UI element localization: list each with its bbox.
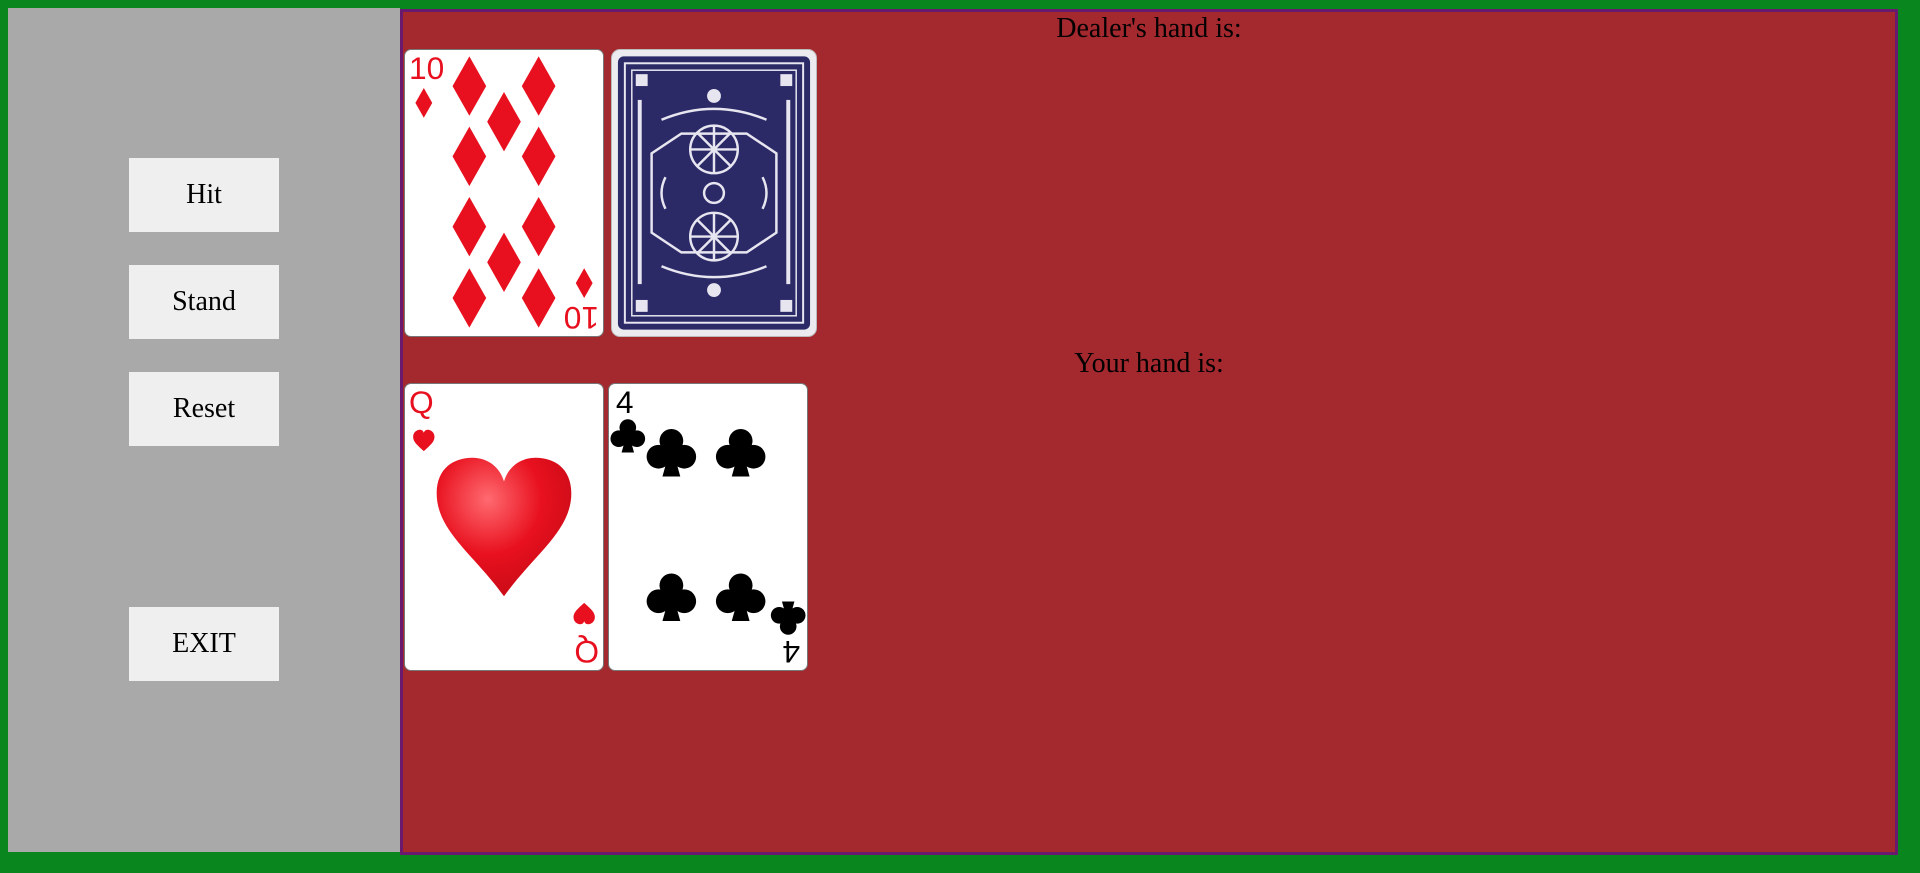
dealer-card-1: 10 10 bbox=[404, 49, 604, 337]
heart-suit-icon: Q Q bbox=[409, 384, 599, 670]
card-rank-bottom: 10 bbox=[564, 300, 599, 336]
stand-button[interactable]: Stand bbox=[129, 265, 279, 339]
exit-button[interactable]: EXIT bbox=[129, 607, 279, 681]
club-suit-icon: 4 4 bbox=[610, 384, 806, 670]
control-panel: Hit Stand Reset EXIT bbox=[8, 8, 400, 852]
player-card-1: Q Q bbox=[404, 383, 604, 671]
card-table: Dealer's hand is: 10 10 Your hand is: Q … bbox=[400, 9, 1898, 855]
dealer-card-2-facedown bbox=[611, 49, 817, 337]
player-hand-heading: Your hand is: bbox=[1074, 348, 1224, 379]
reset-button[interactable]: Reset bbox=[129, 372, 279, 446]
diamond-suit-icon: 10 10 bbox=[409, 50, 599, 336]
card-rank-top: Q bbox=[409, 384, 434, 420]
card-rank-top: 10 bbox=[409, 50, 444, 86]
card-rank-bottom: Q bbox=[574, 634, 599, 670]
hit-button[interactable]: Hit bbox=[129, 158, 279, 232]
card-back-pattern bbox=[617, 56, 811, 330]
card-rank-top: 4 bbox=[616, 384, 634, 420]
dealer-hand-heading: Dealer's hand is: bbox=[1056, 13, 1242, 44]
card-rank-bottom: 4 bbox=[782, 634, 800, 670]
player-card-2: 4 4 bbox=[608, 383, 808, 671]
